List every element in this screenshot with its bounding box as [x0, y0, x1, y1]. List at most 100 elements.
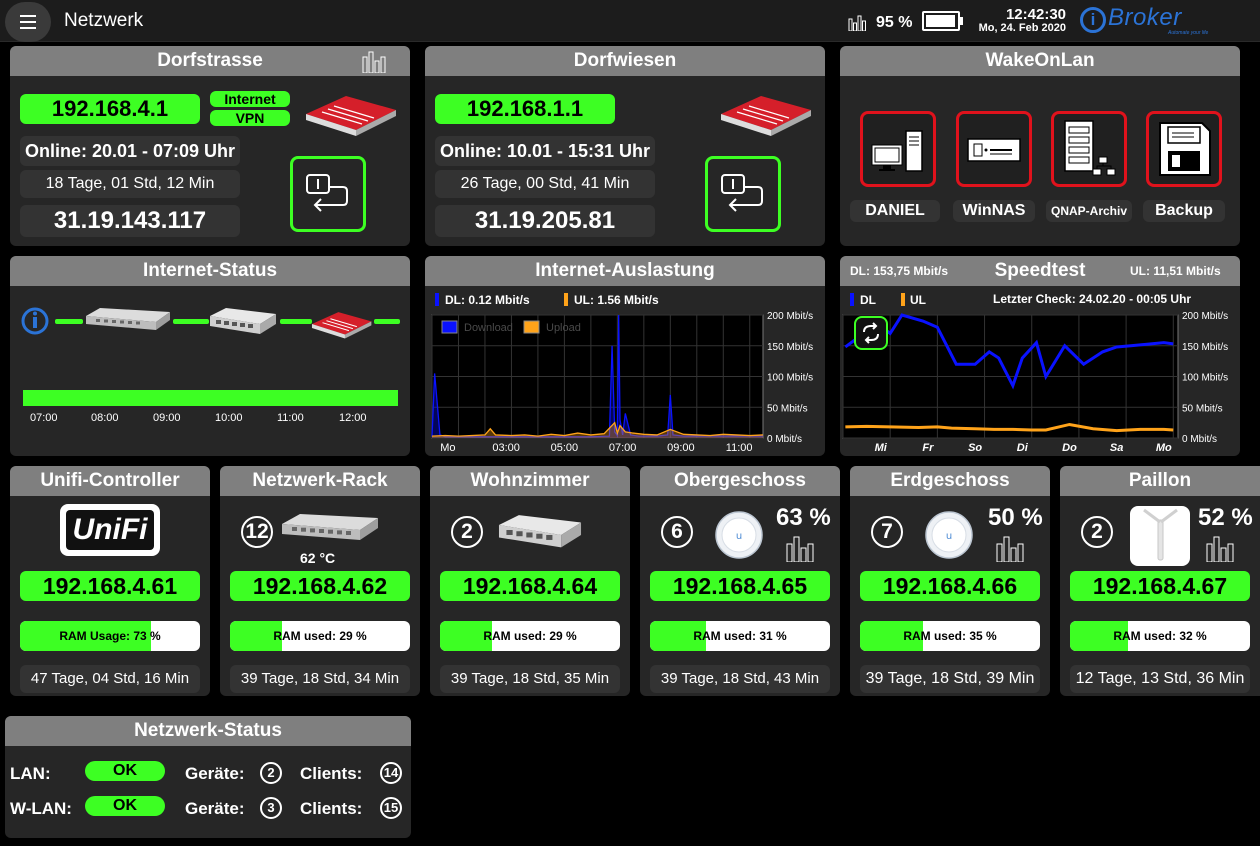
access-point-icon: u [925, 511, 973, 559]
device-uptime: 39 Tage, 18 Std, 35 Min [440, 665, 620, 693]
switch-icon [282, 514, 378, 540]
y-tick-label: 150 Mbit/s [1182, 342, 1228, 353]
tile-title: Erdgeschoss [850, 466, 1050, 496]
menu-button[interactable] [5, 2, 51, 42]
tile-internet-status: Internet-Status 07:00 08:00 09:00 10:00 … [10, 256, 410, 456]
timeline-tick: 12:00 [339, 412, 367, 424]
statistics-icon[interactable] [362, 51, 388, 73]
y-tick-label: 200 Mbit/s [1182, 311, 1228, 322]
vpn-badge: VPN [210, 110, 290, 126]
wol-button-qnap-archiv[interactable] [1051, 111, 1127, 187]
brand-tagline: Automate your life [1168, 30, 1209, 36]
signal-bars-icon [786, 536, 814, 562]
wlan-geraete-count: 3 [260, 797, 282, 819]
tile-speedtest: Speedtest DL: 153,75 Mbit/s UL: 11,51 Mb… [840, 256, 1240, 456]
iobroker-icon [21, 307, 49, 335]
y-tick-label: 200 Mbit/s [767, 311, 813, 322]
ram-usage-label: RAM used: 29 % [483, 629, 577, 643]
port-count-badge: 2 [451, 516, 483, 548]
tile-dorfstrasse: Dorfstrasse 192.168.4.1 Internet VPN Onl… [10, 46, 410, 246]
device-uptime: 39 Tage, 18 Std, 43 Min [650, 665, 830, 693]
tile-title: Internet-Status [10, 256, 410, 286]
wlan-clients-label: Clients: [300, 799, 363, 818]
wol-button-backup[interactable] [1146, 111, 1222, 187]
temperature: 62 °C [300, 550, 336, 566]
device-ip: 192.168.4.67 [1070, 571, 1250, 601]
y-tick-label: 100 Mbit/s [1182, 373, 1228, 384]
tile-title: Netzwerk-Status [5, 716, 411, 746]
switch-small-icon [210, 308, 276, 334]
tile-title: Wohnzimmer [430, 466, 630, 496]
uptime-timeline-bar [23, 390, 398, 406]
clock-date: Mo, 24. Feb 2020 [978, 22, 1066, 34]
wlan-label: W-LAN: [10, 799, 72, 818]
device-uptime: 39 Tage, 18 Std, 39 Min [860, 665, 1040, 693]
legend-swatch-dl [850, 293, 854, 306]
ram-usage-label: RAM used: 32 % [1113, 629, 1207, 643]
link-line [173, 319, 209, 324]
ram-usage-label: RAM used: 35 % [903, 629, 997, 643]
lan-clients-count: 14 [380, 762, 402, 784]
legend-dl: DL [860, 293, 876, 307]
floppy-disk-icon [1159, 122, 1211, 176]
device-ip: 192.168.4.66 [860, 571, 1040, 601]
clock-time: 12:42:30 [1005, 6, 1066, 23]
run-speedtest-button[interactable] [854, 316, 888, 350]
device-uptime: 39 Tage, 18 Std, 34 Min [230, 665, 410, 693]
tile-paillon: Paillon 2 52 % 192.168.4.67 RAM used: 32… [1060, 466, 1260, 696]
tile-title: Paillon [1060, 466, 1260, 496]
ram-usage-bar: RAM used: 29 % [230, 621, 410, 651]
desktop-pc-icon [871, 130, 923, 172]
wol-button-daniel[interactable] [860, 111, 936, 187]
ul-current: UL: 1.56 Mbit/s [574, 293, 659, 307]
reconnect-button[interactable] [290, 156, 366, 232]
wol-label-daniel: DANIEL [850, 200, 940, 222]
utilization-percent: 63 % [776, 504, 831, 531]
lan-label: LAN: [10, 764, 51, 783]
ram-usage-bar: RAM used: 32 % [1070, 621, 1250, 651]
public-ip: 31.19.205.81 [435, 205, 655, 237]
y-tick-label: 0 Mbit/s [767, 434, 802, 445]
lan-status-ok: OK [85, 761, 165, 781]
tile-title: Netzwerk-Rack [220, 466, 420, 496]
outdoor-ap-icon [1143, 508, 1178, 561]
y-tick-label: 150 Mbit/s [767, 342, 813, 353]
legend-upload: Upload [546, 322, 581, 334]
ram-usage-bar: RAM used: 29 % [440, 621, 620, 651]
legend-swatch-upload-current [564, 293, 568, 306]
x-tick-label: 03:00 [492, 442, 520, 454]
ram-usage-label: RAM used: 29 % [273, 629, 367, 643]
x-tick-label: 11:00 [726, 442, 753, 454]
x-tick-label: Mi [875, 442, 888, 454]
legend-download: Download [464, 322, 513, 334]
ram-usage-bar: RAM Usage: 73 % [20, 621, 200, 651]
device-ip: 192.168.4.65 [650, 571, 830, 601]
brand-name: Broker [1108, 4, 1182, 31]
signal-bars-icon [996, 536, 1024, 562]
battery-percent: 95 % [876, 14, 913, 31]
tile-dorfwiesen: Dorfwiesen 192.168.1.1 Online: 10.01 - 1… [425, 46, 825, 246]
x-tick-label: 07:00 [609, 442, 637, 454]
uptime: 26 Tage, 00 Std, 41 Min [435, 170, 655, 198]
port-count-badge: 12 [241, 516, 273, 548]
device-uptime: 47 Tage, 04 Std, 16 Min [20, 665, 200, 693]
wol-button-winnas[interactable] [956, 111, 1032, 187]
client-count-badge: 2 [1081, 516, 1113, 548]
tile-unifi-controller: Unifi-Controller UniFi 192.168.4.61 RAM … [10, 466, 210, 696]
lan-geraete-count: 2 [260, 762, 282, 784]
fritzbox-router-icon [721, 96, 811, 136]
brand-i: i [1080, 7, 1106, 33]
svg-text:u: u [946, 531, 952, 542]
access-point-icon: u [715, 511, 763, 559]
x-tick-label: 09:00 [667, 442, 695, 454]
legend-swatch-download-current [435, 293, 439, 306]
wol-label-backup: Backup [1143, 200, 1225, 222]
ram-usage-bar: RAM used: 31 % [650, 621, 830, 651]
link-line [374, 319, 400, 324]
online-since: Online: 20.01 - 07:09 Uhr [20, 136, 240, 166]
reconnect-button[interactable] [705, 156, 781, 232]
tile-wohnzimmer: Wohnzimmer 2 192.168.4.64 RAM used: 29 %… [430, 466, 630, 696]
reconnect-icon [306, 174, 348, 212]
lan-clients-label: Clients: [300, 764, 363, 783]
tile-title: WakeOnLan [840, 46, 1240, 76]
